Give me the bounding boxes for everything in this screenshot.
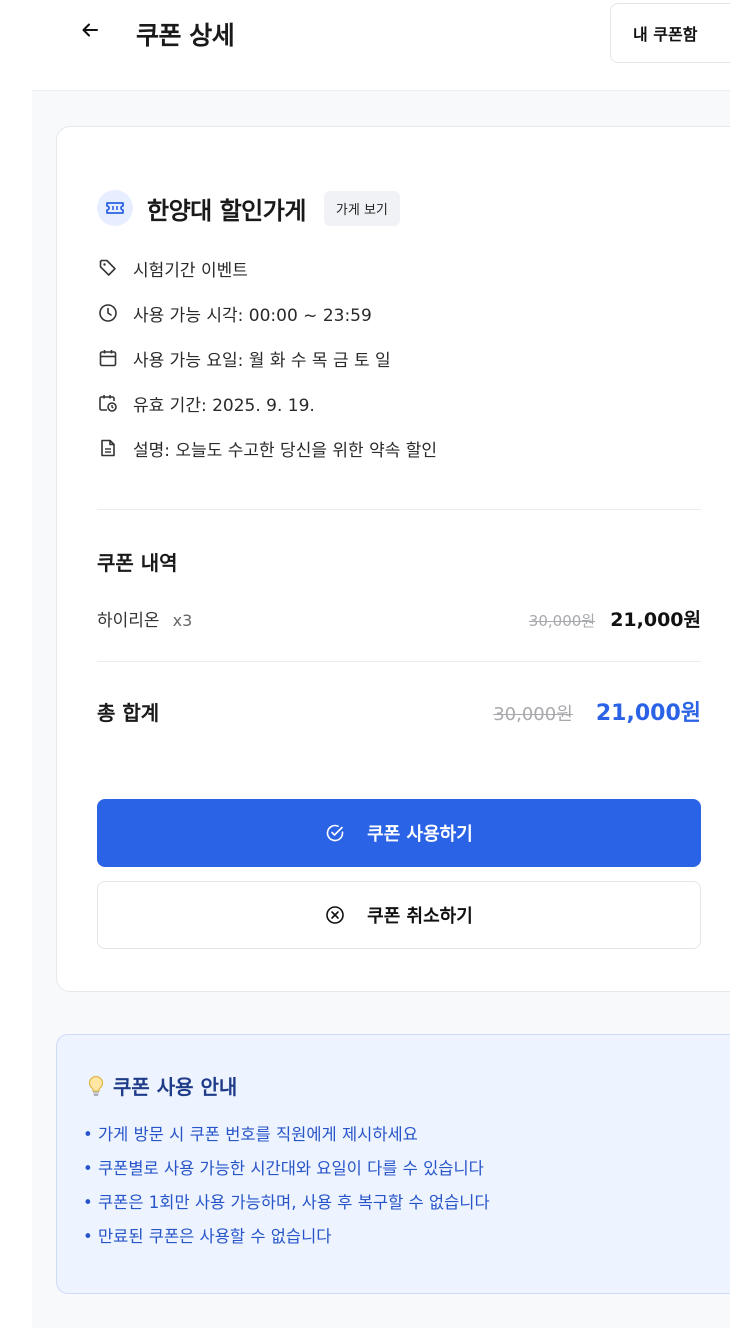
calendar-icon bbox=[97, 347, 119, 369]
info-item-description: 설명: 오늘도 수고한 당신을 위한 약속 할인 bbox=[97, 431, 437, 465]
arrow-left-icon bbox=[80, 20, 100, 44]
info-text: 사용 가능 요일: 월 화 수 목 금 토 일 bbox=[133, 350, 391, 371]
total-price: 21,000원 bbox=[595, 701, 701, 726]
coupon-item-row: 하이리온 x3 30,000원 21,000원 bbox=[97, 601, 701, 635]
use-coupon-button[interactable]: 쿠폰 사용하기 bbox=[97, 799, 701, 867]
info-text: 유효 기간: 2025. 9. 19. bbox=[133, 395, 315, 416]
back-button[interactable] bbox=[72, 14, 108, 50]
ticket-icon bbox=[97, 190, 133, 226]
notice-item: • 쿠폰은 1회만 사용 가능하며, 사용 후 복구할 수 없습니다 bbox=[83, 1193, 490, 1212]
info-item-time: 사용 가능 시각: 00:00 ~ 23:59 bbox=[97, 296, 437, 330]
divider bbox=[97, 661, 701, 662]
store-row: 한양대 할인가게 가게 보기 bbox=[97, 185, 400, 231]
info-item-validity: 유효 기간: 2025. 9. 19. bbox=[97, 386, 437, 420]
total-label: 총 합계 bbox=[97, 700, 160, 725]
divider bbox=[97, 509, 701, 510]
coupon-details-title: 쿠폰 내역 bbox=[97, 551, 178, 575]
x-circle-icon bbox=[325, 905, 345, 925]
total-row: 총 합계 30,000원 21,000원 bbox=[97, 691, 701, 731]
info-item-days: 사용 가능 요일: 월 화 수 목 금 토 일 bbox=[97, 341, 437, 375]
info-item-event: 시험기간 이벤트 bbox=[97, 251, 437, 285]
item-original-price: 30,000원 bbox=[528, 611, 596, 630]
app-header: 쿠폰 상세 내 쿠폰함 bbox=[0, 0, 730, 90]
notice-item: • 가게 방문 시 쿠폰 번호를 직원에게 제시하세요 bbox=[83, 1125, 418, 1144]
notice-title-row: 쿠폰 사용 안내 bbox=[87, 1071, 237, 1100]
view-store-button[interactable]: 가게 보기 bbox=[323, 190, 400, 226]
cancel-coupon-button[interactable]: 쿠폰 취소하기 bbox=[97, 881, 701, 949]
document-icon bbox=[97, 437, 119, 459]
lightbulb-icon bbox=[87, 1075, 105, 1097]
notice-list: • 가게 방문 시 쿠폰 번호를 직원에게 제시하세요 • 쿠폰별로 사용 가능… bbox=[83, 1121, 490, 1257]
clock-icon bbox=[97, 302, 119, 324]
info-text: 시험기간 이벤트 bbox=[133, 260, 248, 281]
info-text: 설명: 오늘도 수고한 당신을 위한 약속 할인 bbox=[133, 440, 438, 461]
coupon-info-list: 시험기간 이벤트 사용 가능 시각: 00:00 ~ 23:59 사용 가능 요… bbox=[97, 251, 437, 476]
cancel-coupon-label: 쿠폰 취소하기 bbox=[367, 906, 473, 927]
page-title: 쿠폰 상세 bbox=[136, 21, 235, 50]
item-price: 21,000원 bbox=[610, 608, 701, 631]
total-original-price: 30,000원 bbox=[493, 704, 573, 725]
use-coupon-label: 쿠폰 사용하기 bbox=[367, 824, 473, 845]
tag-icon bbox=[97, 257, 119, 279]
store-name: 한양대 할인가게 bbox=[147, 196, 306, 225]
info-text: 사용 가능 시각: 00:00 ~ 23:59 bbox=[133, 305, 372, 326]
item-quantity: x3 bbox=[172, 610, 193, 630]
usage-notice: 쿠폰 사용 안내 • 가게 방문 시 쿠폰 번호를 직원에게 제시하세요 • 쿠… bbox=[56, 1034, 730, 1294]
notice-item: • 쿠폰별로 사용 가능한 시간대와 요일이 다를 수 있습니다 bbox=[83, 1159, 484, 1178]
notice-title: 쿠폰 사용 안내 bbox=[113, 1075, 238, 1099]
notice-item: • 만료된 쿠폰은 사용할 수 없습니다 bbox=[83, 1227, 332, 1246]
my-coupons-button[interactable]: 내 쿠폰함 bbox=[610, 3, 730, 63]
coupon-card: 한양대 할인가게 가게 보기 시험기간 이벤트 사용 가능 시각: 00:00 … bbox=[56, 126, 730, 992]
item-name: 하이리온 bbox=[97, 610, 160, 631]
calendar-clock-icon bbox=[97, 392, 119, 414]
check-circle-icon bbox=[325, 823, 345, 843]
